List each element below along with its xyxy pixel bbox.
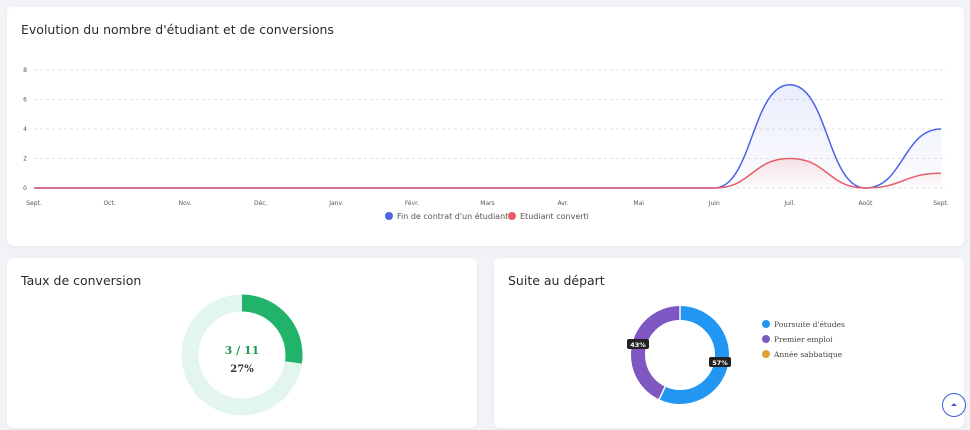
legend-item[interactable]: Etudiant converti: [508, 212, 589, 221]
legend-dot-icon: [508, 212, 516, 220]
taux-card: Taux de conversion 3 / 11 27%: [7, 258, 477, 428]
x-tick-label: Janv.: [328, 200, 343, 207]
suite-legend-item[interactable]: Année sabbatique: [762, 350, 843, 359]
x-tick-label: Juil.: [783, 200, 795, 207]
suite-legend-label: Année sabbatique: [773, 350, 843, 359]
x-tick-label: Juin: [708, 200, 720, 207]
taux-chart: 3 / 11 27%: [181, 294, 303, 416]
taux-center-percent: 27%: [230, 364, 254, 375]
legend-label: Fin de contrat d'un étudiant: [397, 211, 508, 221]
suite-legend-item[interactable]: Poursuite d'études: [762, 320, 845, 329]
arrow-up-icon: [951, 403, 957, 406]
y-tick-label: 0: [23, 185, 27, 192]
y-tick-label: 4: [23, 126, 27, 133]
x-tick-label: Nov.: [179, 200, 192, 207]
suite-label-emploi: 43%: [630, 341, 646, 349]
suite-legend-label: Premier emploi: [774, 335, 833, 344]
legend-dot-icon: [762, 335, 770, 343]
series-area: [34, 158, 941, 188]
x-tick-label: Sept.: [26, 200, 42, 207]
suite-card: Suite au départ 57% 43% Poursuite d'étud…: [494, 258, 964, 428]
evolution-legend: Fin de contrat d'un étudiant Etudiant con…: [385, 211, 589, 221]
evolution-chart: 0 2 4 6 8 Sept. Oct. Nov. Déc. Janv. Févr. Mars Avr.…: [23, 67, 949, 221]
suite-legend-item[interactable]: Premier emploi: [762, 335, 833, 344]
x-tick-label: Avr.: [558, 200, 569, 207]
legend-dot-icon: [385, 212, 393, 220]
suite-arcs: [631, 306, 729, 404]
scroll-to-top-button[interactable]: [942, 393, 966, 417]
legend-item[interactable]: Fin de contrat d'un étudiant: [385, 211, 508, 221]
suite-chart: 57% 43% Poursuite d'études Premier emplo…: [627, 306, 845, 404]
evolution-card: Evolution du nombre d'étudiant et de con…: [7, 7, 964, 246]
y-tick-label: 8: [23, 67, 27, 74]
x-tick-label: Oct.: [103, 200, 115, 207]
taux-center-ratio: 3 / 11: [225, 344, 260, 357]
legend-label: Etudiant converti: [520, 212, 589, 221]
legend-dot-icon: [762, 320, 770, 328]
x-tick-label: Mai: [633, 200, 644, 207]
x-tick-label: Févr.: [405, 200, 419, 207]
legend-dot-icon: [762, 350, 770, 358]
x-tick-label: Sept.: [933, 200, 949, 207]
y-tick-label: 2: [23, 156, 27, 163]
suite-label-poursuite: 57%: [712, 359, 728, 367]
y-tick-label: 6: [23, 97, 27, 104]
x-tick-label: Août: [859, 200, 873, 207]
suite-legend-label: Poursuite d'études: [774, 320, 845, 329]
x-tick-label: Mars: [480, 200, 494, 207]
x-tick-label: Déc.: [254, 200, 268, 207]
suite-legend: Poursuite d'études Premier emploi Année …: [762, 320, 845, 359]
